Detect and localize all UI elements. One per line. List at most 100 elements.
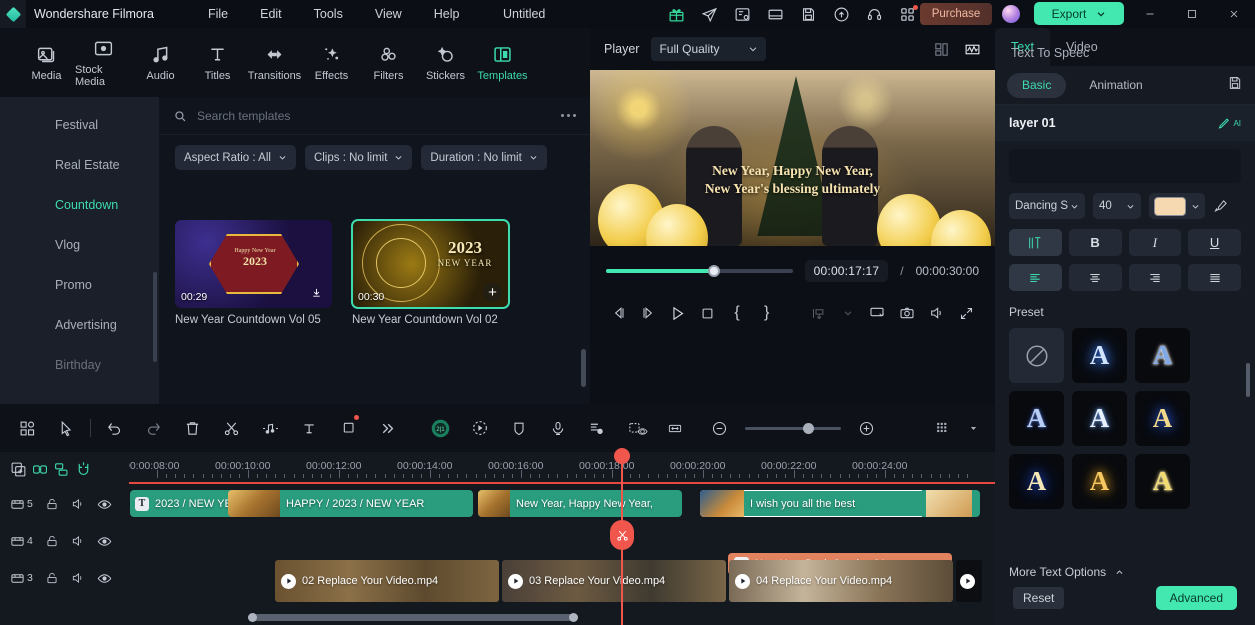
cloud-upload-icon[interactable]	[825, 0, 858, 28]
sidebar-item-real-estate[interactable]: Real Estate	[0, 145, 159, 185]
template-grid-scrollbar[interactable]	[581, 349, 586, 387]
download-icon[interactable]	[308, 284, 325, 301]
sidebar-item-vlog[interactable]: Vlog	[0, 225, 159, 265]
mark-in-icon[interactable]: {	[722, 298, 752, 328]
menu-file[interactable]: File	[192, 7, 244, 21]
sidebar-scrollbar[interactable]	[153, 272, 157, 362]
timeline-clip-video[interactable]: 02 Replace Your Video.mp4	[275, 560, 499, 602]
fit-timeline-icon[interactable]	[655, 408, 694, 448]
template-card[interactable]: Happy New Year 2023 00:29 New Year Countd…	[175, 220, 332, 326]
preset-scrollbar[interactable]	[1246, 363, 1250, 397]
tab-text-to-speech[interactable]: Text To Speech	[995, 39, 1089, 66]
snapshot-icon[interactable]	[892, 298, 922, 328]
grid-view-icon[interactable]	[8, 408, 47, 448]
segment-animation[interactable]: Animation	[1074, 73, 1157, 98]
keyframe-icon[interactable]	[616, 408, 655, 448]
filter-duration[interactable]: Duration : No limit	[421, 145, 547, 170]
zoom-out-icon[interactable]	[700, 408, 739, 448]
toolbar-item-templates[interactable]: Templates	[474, 44, 531, 82]
more-tools-icon[interactable]	[368, 408, 407, 448]
add-template-icon[interactable]: +	[483, 283, 502, 302]
align-left-button[interactable]	[1009, 264, 1062, 291]
audio-detach-icon[interactable]	[251, 408, 290, 448]
marker-grid-icon[interactable]	[924, 408, 963, 448]
toolbar-item-transitions[interactable]: Transitions	[246, 44, 303, 82]
seek-slider[interactable]	[606, 265, 793, 277]
headset-icon[interactable]	[858, 0, 891, 28]
render-preview-icon[interactable]	[803, 298, 833, 328]
toolbar-item-audio[interactable]: Audio	[132, 44, 189, 82]
preset-none[interactable]	[1009, 328, 1064, 383]
record-voiceover-icon[interactable]	[538, 408, 577, 448]
video-preview[interactable]: New Year, Happy New Year, New Year's ble…	[590, 70, 995, 246]
zoom-slider-handle[interactable]	[803, 422, 815, 434]
minimize-icon[interactable]	[1129, 0, 1171, 28]
preset-blue-glow-gold[interactable]: A	[1009, 454, 1064, 509]
mask-icon[interactable]	[499, 408, 538, 448]
toolbar-item-media[interactable]: Media	[18, 44, 75, 82]
waveform-scope-icon[interactable]	[964, 41, 981, 58]
group-icon[interactable]	[53, 461, 71, 478]
timeline-clip-text[interactable]: HAPPY / 2023 / NEW YEAR	[228, 490, 473, 517]
preset-outline-white-blue[interactable]: A	[1135, 328, 1190, 383]
playhead-handle[interactable]	[614, 448, 630, 464]
scrollbar-handle-left[interactable]	[248, 613, 257, 622]
motion-tracking-icon[interactable]	[460, 408, 499, 448]
toolbar-item-stock-media[interactable]: Stock Media	[75, 38, 132, 88]
zoom-slider[interactable]	[745, 422, 841, 434]
font-family-select[interactable]: Dancing S	[1009, 193, 1085, 219]
fullscreen-icon[interactable]	[951, 298, 981, 328]
play-icon[interactable]	[663, 298, 693, 328]
mute-icon[interactable]	[71, 497, 85, 511]
save-preset-icon[interactable]	[1227, 75, 1243, 96]
add-track-icon[interactable]	[10, 461, 27, 478]
mute-icon[interactable]	[71, 571, 85, 585]
maximize-icon[interactable]	[1171, 0, 1213, 28]
timeline-clip-text-selected[interactable]: I wish you all the best	[700, 490, 925, 517]
preset-soft-blue[interactable]: A	[1072, 391, 1127, 446]
volume-icon[interactable]	[922, 298, 952, 328]
font-size-select[interactable]: 40	[1093, 193, 1141, 219]
sidebar-item-birthday[interactable]: Birthday	[0, 345, 159, 385]
toolbar-item-effects[interactable]: Effects	[303, 44, 360, 82]
eye-icon[interactable]	[97, 534, 112, 549]
eye-icon[interactable]	[97, 497, 112, 512]
preset-gold-glow[interactable]: A	[1072, 454, 1127, 509]
ai-pen-icon[interactable]: AI	[1217, 116, 1241, 131]
filter-clips[interactable]: Clips : No limit	[304, 145, 413, 170]
timeline-playhead[interactable]	[610, 448, 634, 625]
timeline-horizontal-scrollbar[interactable]	[248, 613, 578, 622]
select-tool-icon[interactable]	[47, 408, 86, 448]
font-color-select[interactable]	[1149, 193, 1205, 219]
project-icon[interactable]	[726, 0, 759, 28]
lock-icon[interactable]	[45, 534, 59, 548]
delete-icon[interactable]	[173, 408, 212, 448]
scrollbar-handle-right[interactable]	[569, 613, 578, 622]
timeline-ruler[interactable]: 00:00:08:00 00:00:10:00 00:00:12:00 00:00:1…	[129, 452, 995, 486]
chevron-down-icon[interactable]	[833, 298, 863, 328]
lock-icon[interactable]	[45, 497, 59, 511]
color-match-icon[interactable]: 2|1	[421, 408, 460, 448]
timeline-clip-text[interactable]	[920, 490, 980, 517]
text-spacing-button[interactable]	[1009, 229, 1062, 256]
magnet-icon[interactable]	[75, 461, 92, 478]
display-icon[interactable]	[863, 298, 893, 328]
redo-icon[interactable]	[134, 408, 173, 448]
grid-layout-icon[interactable]	[933, 41, 950, 58]
reset-button[interactable]: Reset	[1013, 587, 1065, 609]
purchase-button[interactable]: Purchase	[920, 3, 992, 25]
link-icon[interactable]	[31, 461, 49, 478]
eye-icon[interactable]	[97, 571, 112, 586]
search-input[interactable]	[197, 108, 561, 123]
segment-basic[interactable]: Basic	[1007, 72, 1067, 98]
zoom-in-icon[interactable]	[847, 408, 886, 448]
timeline-clip-video[interactable]	[956, 560, 982, 602]
save-icon[interactable]	[792, 0, 825, 28]
prev-frame-icon[interactable]	[604, 298, 634, 328]
align-right-button[interactable]	[1128, 264, 1182, 291]
export-button[interactable]: Export	[1034, 2, 1124, 25]
italic-button[interactable]: I	[1128, 229, 1182, 256]
template-card-selected[interactable]: 2023 NEW YEAR 00:30 + New Year Countdown…	[351, 219, 510, 326]
lock-icon[interactable]	[45, 571, 59, 585]
align-center-button[interactable]	[1068, 264, 1122, 291]
